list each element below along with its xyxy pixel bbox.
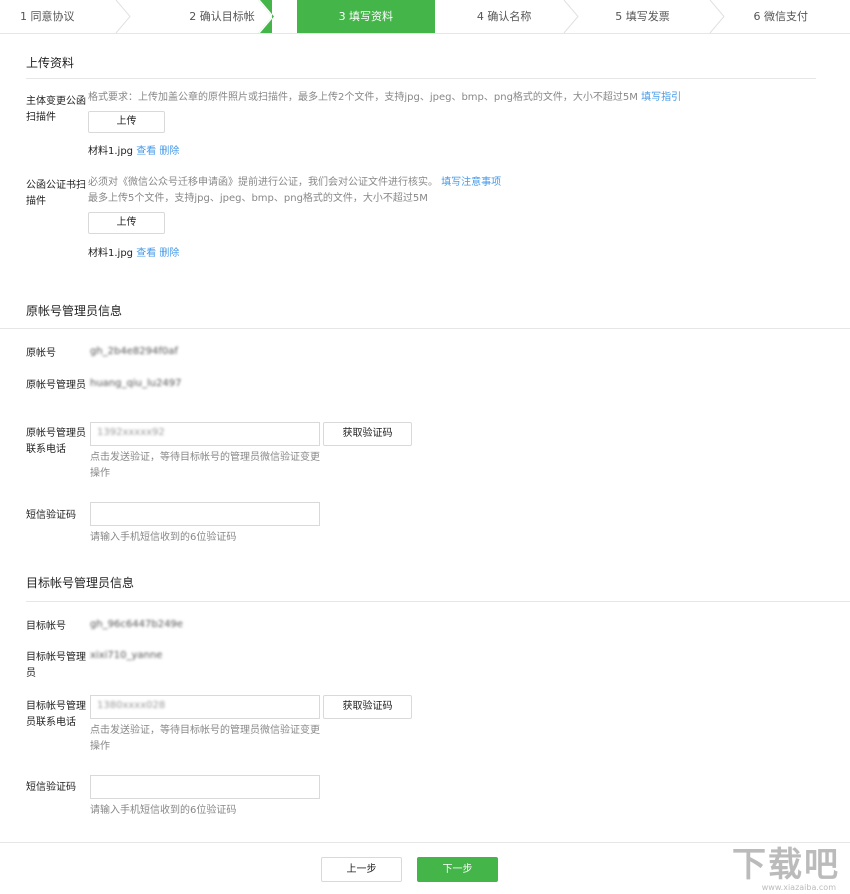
prev-button[interactable]: 上一步 bbox=[321, 857, 402, 882]
notary-requirement-1: 必须对《微信公众号迁移申请函》提前进行公证，我们会对公证文件进行核实。 填写注意… bbox=[88, 175, 808, 191]
phone-value: 1392xxxxx92 bbox=[97, 427, 165, 438]
target-admin-label: 目标帐号管理员 bbox=[26, 652, 86, 679]
change-letter-file: 材料1.jpg 查看 删除 bbox=[88, 142, 179, 157]
target-phone-label: 目标帐号管理员联系电话 bbox=[26, 701, 86, 728]
guide-link[interactable]: 填写指引 bbox=[641, 92, 681, 103]
target-sms-hint: 请输入手机短信收到的6位验证码 bbox=[90, 805, 237, 816]
origin-admin-value: huang_qiu_lu2497 bbox=[90, 378, 182, 389]
view-link[interactable]: 查看 bbox=[136, 248, 156, 259]
origin-sms-hint: 请输入手机短信收到的6位验证码 bbox=[90, 532, 237, 543]
view-link[interactable]: 查看 bbox=[136, 146, 156, 157]
phone-value: 1380xxxx028 bbox=[97, 700, 166, 711]
step-separators bbox=[115, 0, 725, 33]
origin-get-code-button[interactable]: 获取验证码 bbox=[323, 422, 412, 446]
origin-phone-hint: 点击发送验证，等待目标帐号的管理员微信验证变更操作 bbox=[90, 452, 320, 479]
upload-notary-button[interactable]: 上传 bbox=[88, 212, 165, 234]
divider bbox=[26, 78, 816, 79]
notary-label: 公函公证书扫描件 bbox=[26, 180, 86, 207]
target-get-code-button[interactable]: 获取验证码 bbox=[323, 695, 412, 719]
notice-link[interactable]: 填写注意事项 bbox=[441, 177, 501, 188]
divider bbox=[26, 601, 850, 602]
target-admin-value: xixi710_yanne bbox=[90, 650, 163, 661]
divider bbox=[0, 328, 850, 329]
target-section-title: 目标帐号管理员信息 bbox=[26, 576, 135, 590]
origin-account-value: gh_2b4e8294f0af bbox=[90, 346, 178, 357]
target-sms-input[interactable] bbox=[90, 775, 320, 799]
origin-section-title: 原帐号管理员信息 bbox=[26, 304, 123, 318]
target-phone-hint: 点击发送验证，等待目标帐号的管理员微信验证变更操作 bbox=[90, 725, 320, 752]
upload-section-title: 上传资料 bbox=[26, 56, 75, 70]
next-button[interactable]: 下一步 bbox=[417, 857, 498, 882]
origin-sms-input[interactable] bbox=[90, 502, 320, 526]
requirement-text: 必须对《微信公众号迁移申请函》提前进行公证，我们会对公证文件进行核实。 bbox=[88, 177, 438, 188]
origin-sms-label: 短信验证码 bbox=[26, 510, 76, 521]
change-letter-requirement: 格式要求：上传加盖公章的原件照片或扫描件，最多上传2个文件，支持jpg、jpeg… bbox=[88, 90, 808, 106]
target-sms-label: 短信验证码 bbox=[26, 782, 76, 793]
delete-link[interactable]: 删除 bbox=[159, 248, 179, 259]
target-account-label: 目标帐号 bbox=[26, 621, 66, 632]
target-phone-input[interactable]: 1380xxxx028 bbox=[90, 695, 320, 719]
file-name: 材料1.jpg bbox=[88, 248, 134, 259]
origin-admin-label: 原帐号管理员 bbox=[26, 380, 86, 391]
requirement-text: 格式要求：上传加盖公章的原件照片或扫描件，最多上传2个文件，支持jpg、jpeg… bbox=[88, 92, 638, 103]
origin-phone-label: 原帐号管理员联系电话 bbox=[26, 428, 86, 455]
change-letter-label: 主体变更公函扫描件 bbox=[26, 96, 86, 123]
watermark-url: www.xiazaiba.com bbox=[761, 883, 836, 892]
file-name: 材料1.jpg bbox=[88, 146, 134, 157]
target-account-value: gh_96c6447b249e bbox=[90, 619, 183, 630]
origin-account-label: 原帐号 bbox=[26, 348, 56, 359]
origin-phone-input[interactable]: 1392xxxxx92 bbox=[90, 422, 320, 446]
footer-divider bbox=[0, 842, 850, 843]
upload-change-letter-button[interactable]: 上传 bbox=[88, 111, 165, 133]
notary-file: 材料1.jpg 查看 删除 bbox=[88, 244, 179, 259]
notary-requirement-2: 最多上传5个文件，支持jpg、jpeg、bmp、png格式的文件，大小不超过5M bbox=[88, 193, 428, 204]
watermark-logo: 下载吧 bbox=[732, 845, 840, 885]
delete-link[interactable]: 删除 bbox=[159, 146, 179, 157]
